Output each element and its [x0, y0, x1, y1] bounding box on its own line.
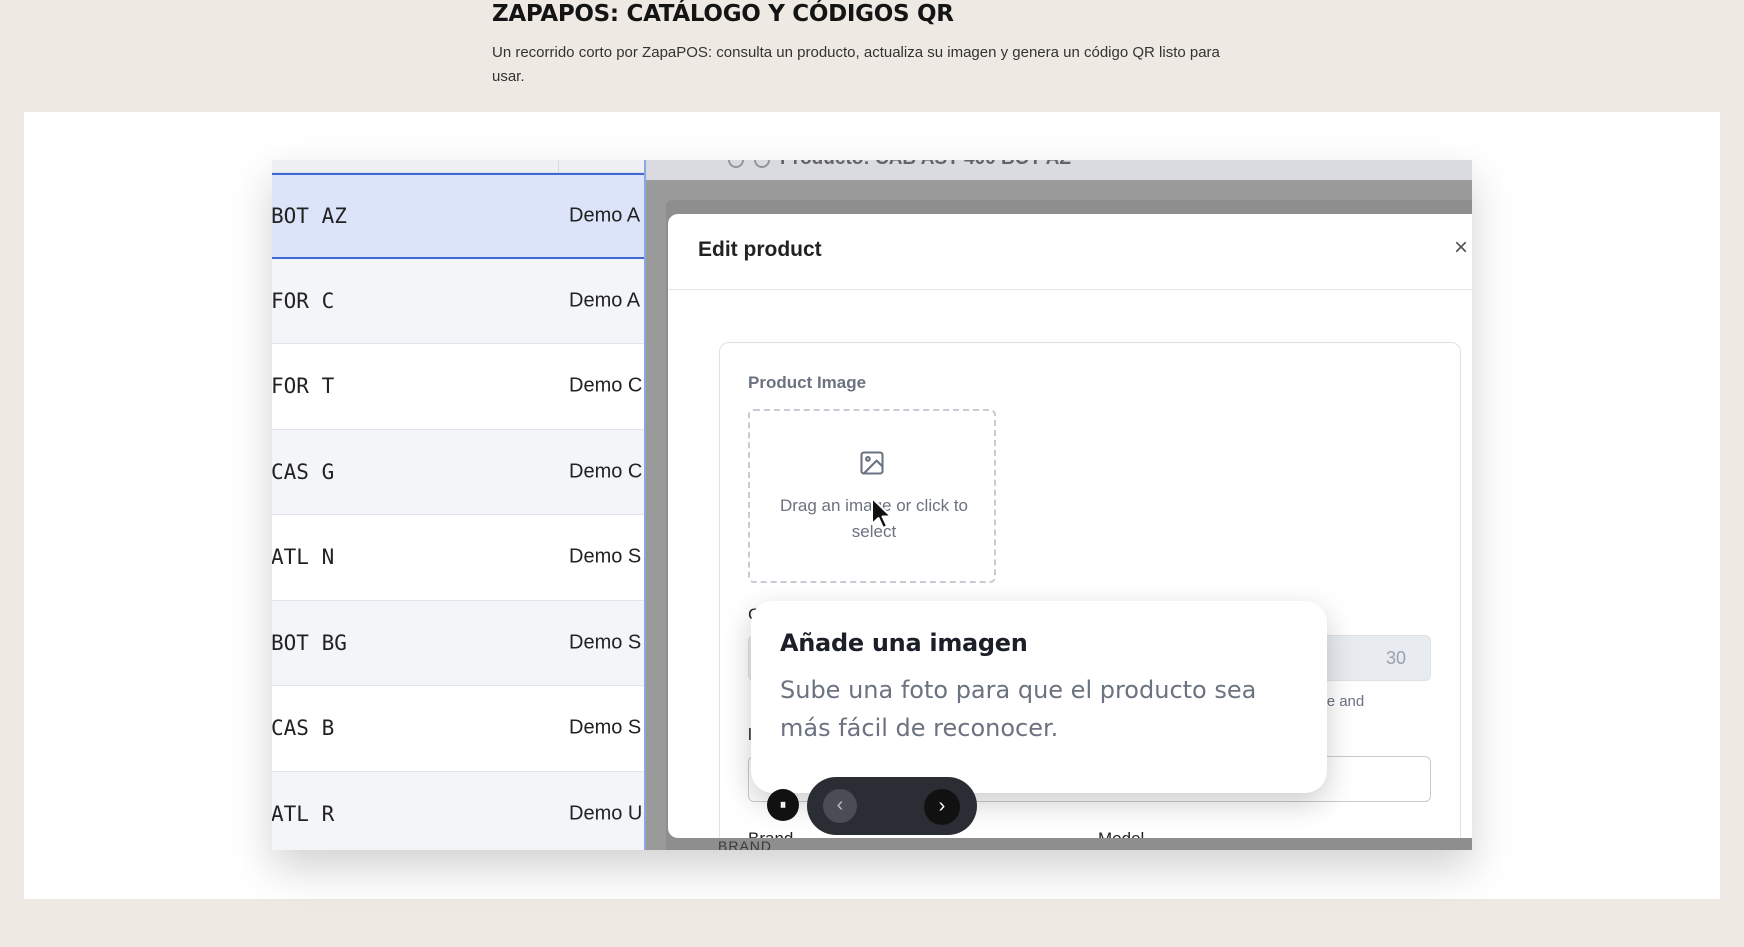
- product-table: BOT AZ Demo A FOR C Demo A FOR T Demo C CAS…: [272, 160, 644, 850]
- table-row[interactable]: FOR T Demo C: [272, 344, 644, 430]
- drawer-top-bar: Producto: CAB AST 400 BOT AZ: [646, 160, 1472, 180]
- column-separator: [558, 160, 559, 173]
- table-row[interactable]: ATL N Demo S: [272, 515, 644, 601]
- row-code: FOR C: [272, 288, 335, 313]
- mouse-cursor-icon: [871, 497, 892, 529]
- table-row[interactable]: CAS G Demo C: [272, 429, 644, 515]
- tour-tooltip: Añade una imagen Sube una foto para que …: [751, 601, 1327, 793]
- table-row[interactable]: FOR C Demo A: [272, 258, 644, 344]
- row-name: Demo S: [569, 631, 642, 654]
- row-code: CAS B: [272, 716, 335, 741]
- tooltip-title: Añade una imagen: [780, 629, 1028, 657]
- tooltip-body: Sube una foto para que el producto sea m…: [780, 676, 1257, 742]
- row-name: Demo C: [569, 460, 643, 483]
- row-name: Demo A: [569, 289, 641, 312]
- row-name: Demo S: [569, 716, 642, 739]
- row-code: ATL R: [272, 801, 335, 826]
- product-image-label: Product Image: [748, 373, 867, 392]
- drawer-bottom-label: BRAND: [718, 838, 773, 850]
- table-row[interactable]: CAS B Demo S: [272, 686, 644, 772]
- table-row[interactable]: BOT BG Demo S: [272, 600, 644, 686]
- modal-header: Edit product ×: [668, 214, 1472, 290]
- next-button[interactable]: ›: [924, 789, 960, 825]
- code-input-value: 30: [1385, 648, 1406, 668]
- circle-icon: [728, 160, 744, 168]
- table-header: [272, 160, 644, 173]
- row-name: Demo C: [569, 374, 643, 397]
- drawer-title: Producto: CAB AST 400 BOT AZ: [780, 160, 1071, 170]
- row-name: Demo A: [569, 204, 641, 227]
- row-code: BOT BG: [272, 630, 347, 655]
- image-icon: [860, 451, 884, 475]
- model-label: Model: [1098, 829, 1144, 838]
- modal-title: Edit product: [698, 238, 822, 261]
- page-description: Un recorrido corto por ZapaPOS: consulta…: [492, 44, 1220, 85]
- page-header: ZAPAPOS: CATÁLOGO Y CÓDIGOS QR Un recorr…: [492, 0, 1252, 89]
- row-code: ATL N: [272, 545, 335, 570]
- row-code: CAS G: [272, 459, 335, 484]
- previous-button[interactable]: ‹: [823, 789, 857, 823]
- pause-icon[interactable]: ⏸: [767, 789, 799, 821]
- table-row[interactable]: BOT AZ Demo A: [272, 173, 644, 259]
- table-row[interactable]: ATL R Demo U: [272, 771, 644, 850]
- circle-icon: [754, 160, 770, 168]
- close-icon[interactable]: ×: [1454, 236, 1468, 260]
- row-name: Demo U: [569, 802, 643, 825]
- page-title: ZAPAPOS: CATÁLOGO Y CÓDIGOS QR: [492, 1, 954, 27]
- brand-label: Brand: [748, 829, 793, 838]
- row-code: BOT AZ: [272, 203, 347, 228]
- row-code: FOR T: [272, 374, 335, 399]
- row-name: Demo S: [569, 545, 642, 568]
